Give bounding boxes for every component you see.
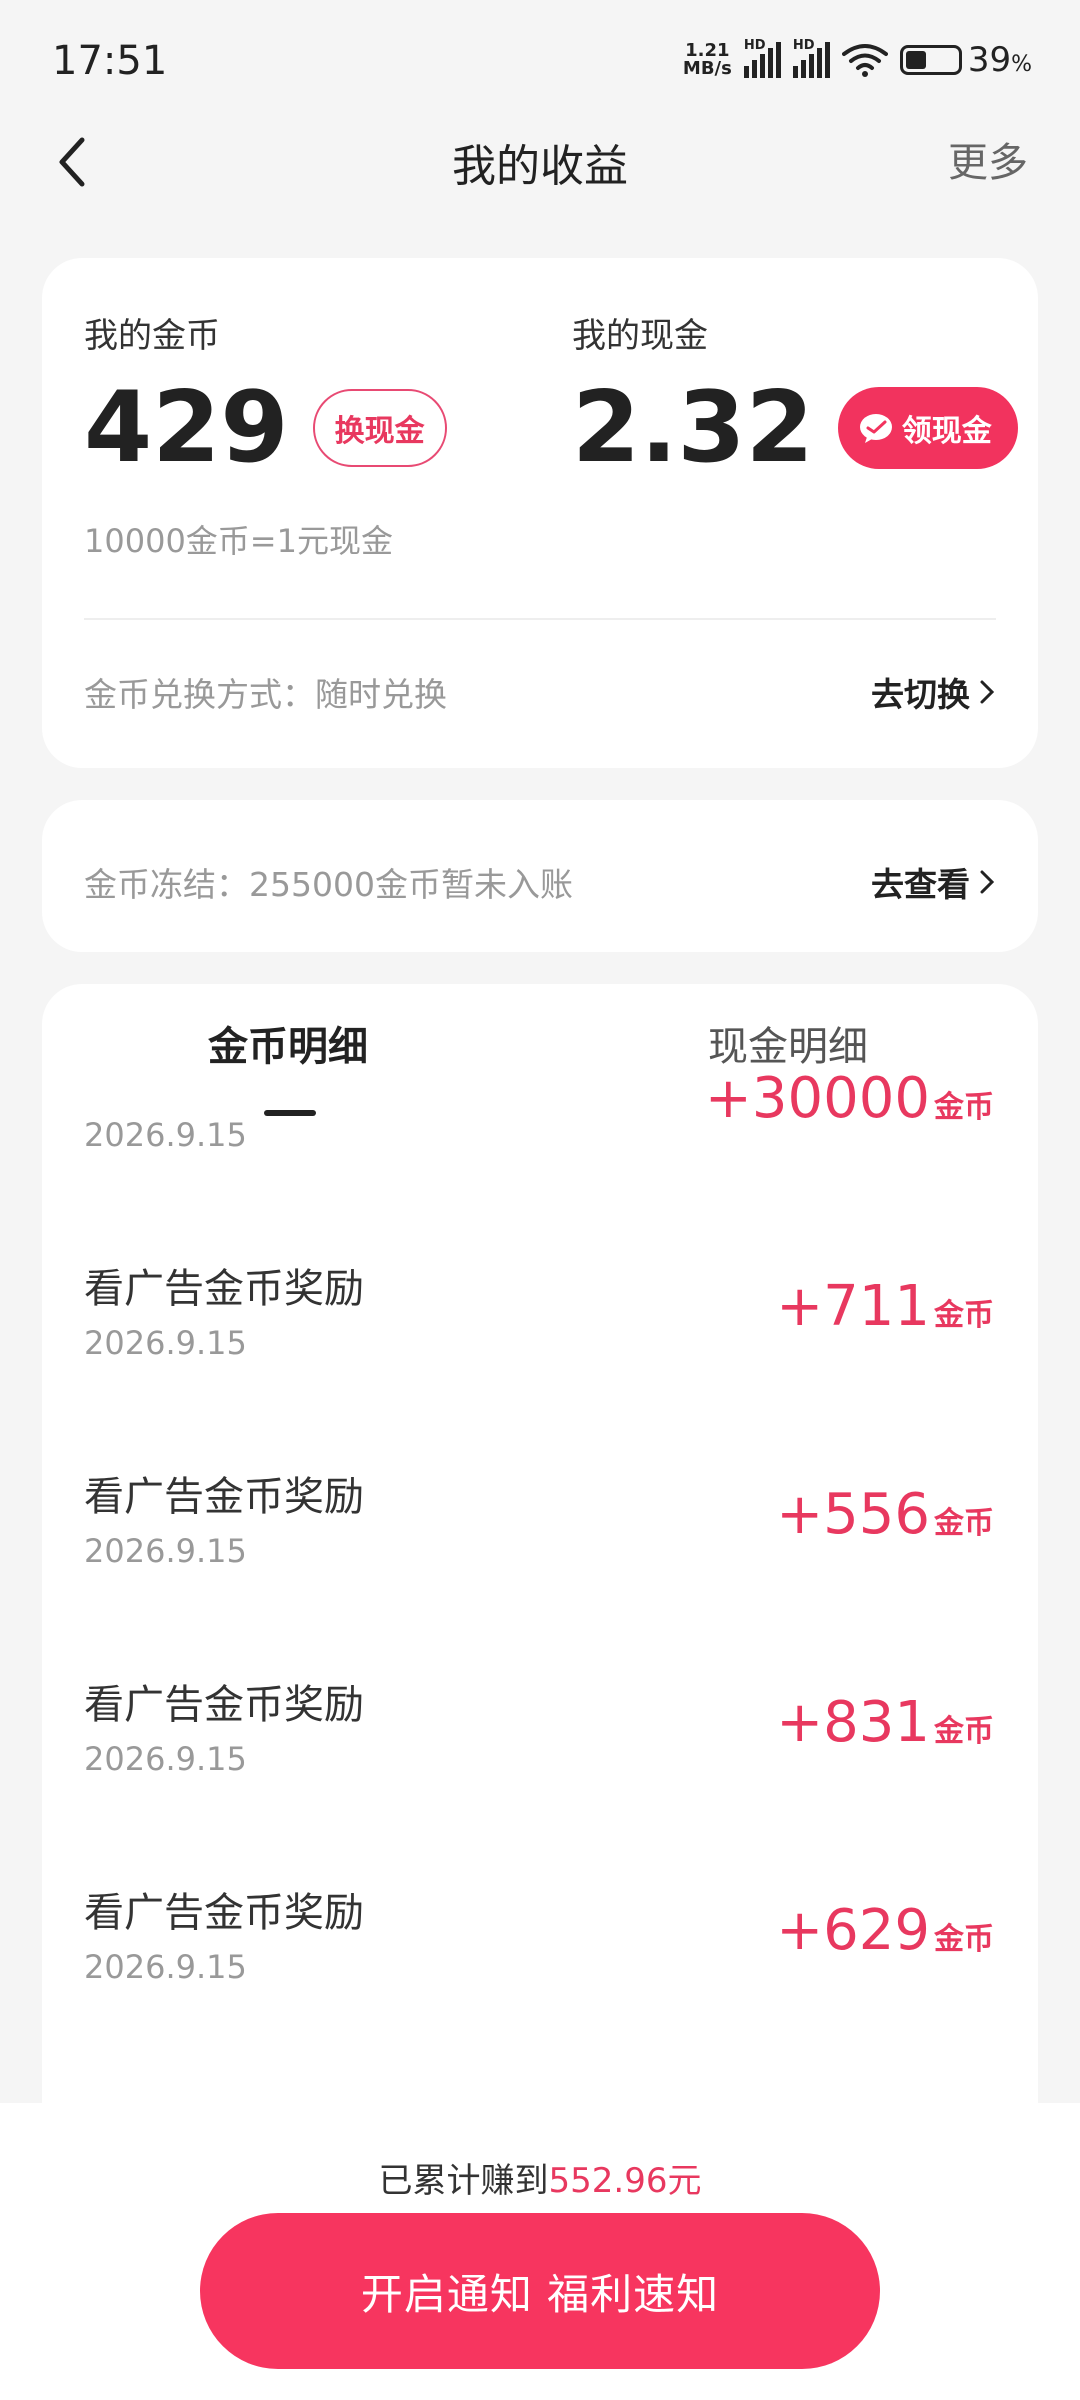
battery-fill	[905, 51, 926, 69]
record-amount-value: +629	[776, 1898, 930, 1963]
frozen-coins-card: 金币冻结：255000金币暂未入账 去查看	[42, 800, 1038, 952]
record-amount-value: +30000	[704, 1066, 930, 1131]
record-title: 看广告金币奖励	[84, 1890, 364, 1936]
frozen-coins-label: 金币冻结：255000金币暂未入账	[84, 865, 573, 904]
status-icons: 1.21 MB/s HD HD 39%	[683, 38, 1032, 80]
network-speed: 1.21 MB/s	[683, 42, 732, 78]
exchange-cash-button[interactable]: 换现金	[312, 389, 447, 467]
switch-mode-link[interactable]: 去切换	[871, 668, 996, 716]
view-frozen-label: 去查看	[871, 865, 970, 904]
battery-indicator: 39%	[899, 40, 1032, 80]
status-bar: 17:51 1.21 MB/s HD HD 39%	[0, 0, 1080, 120]
record-amount: +711 金币	[776, 1274, 994, 1339]
total-earned-prefix: 已累计赚到	[378, 2161, 549, 2201]
record-amount: +629 金币	[776, 1898, 994, 1963]
record-date: 2026.9.15	[84, 1532, 247, 1570]
total-earned-value: 552.96元	[548, 2161, 702, 2201]
record-amount-unit: 金币	[934, 1922, 994, 1957]
frozen-coins-row: 金币冻结：255000金币暂未入账 去查看	[84, 858, 996, 906]
cash-value: 2.32	[572, 371, 814, 485]
list-item: 看广告金币奖励 2026.9.15 +556 金币	[42, 1422, 1038, 1630]
view-frozen-link[interactable]: 去查看	[871, 858, 996, 906]
signal-icon-2: HD	[792, 38, 830, 78]
record-date: 2026.9.15	[84, 1116, 247, 1154]
record-amount-unit: 金币	[934, 1298, 994, 1333]
coins-value: 429	[84, 371, 289, 485]
wifi-icon	[841, 44, 888, 77]
record-amount: +556 金币	[776, 1482, 994, 1547]
chevron-right-icon	[980, 680, 995, 704]
record-title: 看广告金币奖励	[84, 1474, 364, 1520]
record-amount-unit: 金币	[934, 1090, 994, 1125]
signal-hd-label: HD	[743, 38, 766, 53]
record-amount-unit: 金币	[934, 1506, 994, 1541]
total-earned: 已累计赚到552.96元	[0, 2153, 1080, 2202]
record-amount-value: +711	[776, 1274, 930, 1339]
record-amount-value: +556	[776, 1482, 930, 1547]
list-item: 看广告金币奖励 2026.9.15 +711 金币	[42, 1214, 1038, 1422]
record-title: 看广告金币奖励	[84, 1682, 364, 1728]
page-title: 我的收益	[452, 141, 628, 192]
record-amount-unit: 金币	[934, 1714, 994, 1749]
coins-section: 我的金币 429 换现金	[84, 308, 447, 477]
coins-label: 我的金币	[84, 316, 220, 356]
record-date: 2026.9.15	[84, 1948, 247, 1986]
list-item: 2026.9.15 +30000 金币	[42, 1006, 1038, 1214]
more-button[interactable]: 更多	[948, 130, 1028, 188]
claim-cash-button[interactable]: 领现金	[837, 387, 1018, 469]
cash-label: 我的现金	[572, 316, 708, 356]
signal-hd-label-2: HD	[792, 38, 815, 53]
battery-percent: 39%	[968, 40, 1032, 80]
record-date: 2026.9.15	[84, 1740, 247, 1778]
nav-bar: 我的收益 更多	[0, 120, 1080, 270]
status-time: 17:51	[52, 38, 168, 84]
enable-notification-button[interactable]: 开启通知 福利速知	[200, 2213, 880, 2369]
list-item: 看广告金币奖励 2026.9.15 +831 金币	[42, 1630, 1038, 1838]
wechat-icon	[859, 414, 892, 443]
earnings-card: 我的金币 429 换现金 我的现金 2.32 领现金 10000金币=1元现金 …	[42, 258, 1038, 768]
list-item: 看广告金币奖励 2026.9.15 +629 金币	[42, 1838, 1038, 2046]
battery-percent-value: 39	[967, 40, 1012, 80]
exchange-mode-label: 金币兑换方式：随时兑换	[84, 675, 447, 714]
cash-section: 我的现金 2.32 领现金	[572, 308, 1018, 477]
exchange-mode-row: 金币兑换方式：随时兑换 去切换	[84, 668, 996, 716]
bottom-bar: 已累计赚到552.96元 开启通知 福利速知	[0, 2103, 1080, 2400]
network-speed-unit: MB/s	[682, 58, 732, 79]
record-list: 2026.9.15 +30000 金币 看广告金币奖励 2026.9.15 +7…	[42, 1066, 1038, 2046]
record-amount: +831 金币	[776, 1690, 994, 1755]
exchange-rate-note: 10000金币=1元现金	[84, 522, 393, 560]
battery-percent-sign: %	[1011, 52, 1032, 77]
divider	[84, 618, 996, 620]
record-amount: +30000 金币	[705, 1066, 994, 1131]
record-title: 看广告金币奖励	[84, 1266, 364, 1312]
battery-icon	[899, 45, 962, 75]
chevron-right-icon	[980, 870, 995, 894]
switch-mode-label: 去切换	[871, 675, 970, 714]
claim-cash-label: 领现金	[901, 414, 992, 449]
signal-icon: HD	[743, 38, 781, 78]
record-amount-value: +831	[776, 1690, 930, 1755]
record-date: 2026.9.15	[84, 1324, 247, 1362]
